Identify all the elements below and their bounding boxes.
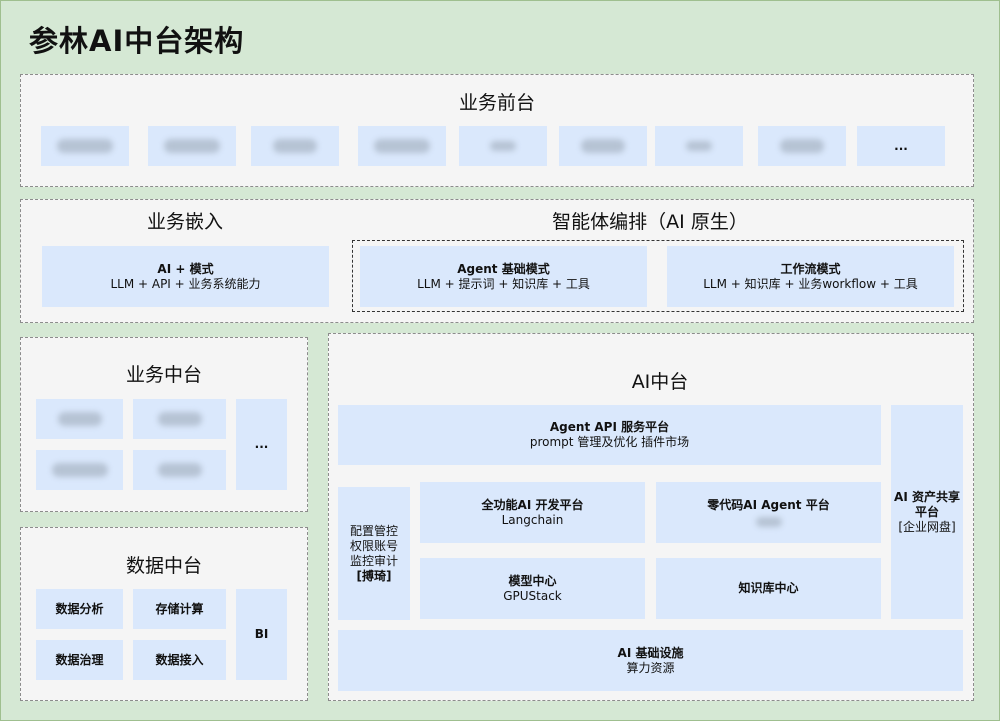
biz-mid-title: 业务中台: [125, 364, 202, 386]
ai-infrastructure-box: AI 基础设施 算力资源: [338, 630, 963, 691]
governance-side-box: 配置管控 权限账号 监控审计 [搏琦]: [338, 487, 410, 620]
front-app-6: [559, 126, 647, 166]
front-more: ...: [857, 126, 945, 166]
ai-mid-title: AI中台: [631, 371, 689, 393]
front-app-2: [148, 126, 236, 166]
front-app-5: [459, 126, 547, 166]
data-ingest-box: 数据接入: [133, 640, 226, 680]
full-ai-sub: Langchain: [501, 512, 564, 527]
agent-title: 智能体编排（AI 原生）: [552, 211, 748, 233]
biz-mid-app-4: [133, 450, 226, 490]
ai-plus-mode-sub: LLM + API + 业务系统能力: [110, 276, 261, 291]
infra-title: AI 基础设施: [617, 645, 684, 660]
full-ai-title: 全功能AI 开发平台: [481, 497, 584, 512]
asset-title-1: AI 资产共享: [894, 489, 960, 504]
agent-basic-sub: LLM + 提示词 + 知识库 + 工具: [417, 276, 590, 291]
agent-api-title: Agent API 服务平台: [549, 420, 670, 434]
model-center-box: 模型中心 GPUStack: [420, 558, 645, 619]
kb-center-title: 知识库中心: [738, 581, 799, 595]
workflow-title: 工作流模式: [780, 261, 841, 276]
bi-box: BI: [236, 589, 287, 680]
model-center-sub: GPUStack: [503, 588, 562, 603]
side-line-3: 监控审计: [349, 553, 398, 568]
ai-asset-sharing-box: AI 资产共享 平台 [企业网盘]: [891, 405, 963, 619]
model-center-title: 模型中心: [508, 573, 557, 588]
front-app-4: [358, 126, 446, 166]
data-mid-title: 数据中台: [125, 555, 202, 577]
biz-mid-app-2: [133, 399, 226, 439]
side-line-2: 权限账号: [349, 538, 398, 553]
storage-compute-box: 存储计算: [133, 589, 226, 629]
diagram-title: 参林AI中台架构: [29, 24, 245, 58]
side-line-1: 配置管控: [349, 523, 398, 538]
agent-api-platform-box: Agent API 服务平台 prompt 管理及优化 插件市场: [338, 405, 881, 465]
zero-code-title: 零代码AI Agent 平台: [707, 498, 830, 512]
infra-sub: 算力资源: [626, 660, 675, 675]
agent-basic-title: Agent 基础模式: [457, 261, 550, 276]
front-app-8: [758, 126, 846, 166]
asset-sub: [企业网盘]: [898, 519, 956, 534]
knowledge-base-center-box: 知识库中心: [656, 558, 881, 619]
front-app-3: [251, 126, 339, 166]
biz-mid-app-3: [36, 450, 123, 490]
workflow-sub: LLM + 知识库 + 业务workflow + 工具: [703, 276, 918, 291]
data-governance-box: 数据治理: [36, 640, 123, 680]
biz-mid-more: ...: [236, 399, 287, 490]
side-vendor: [搏琦]: [356, 568, 392, 583]
asset-title-2: 平台: [914, 504, 939, 519]
data-analysis-box: 数据分析: [36, 589, 123, 629]
embed-title: 业务嵌入: [146, 211, 223, 233]
agent-api-sub: prompt 管理及优化 插件市场: [529, 435, 690, 449]
full-ai-dev-platform-box: 全功能AI 开发平台 Langchain: [420, 482, 645, 543]
ai-plus-mode-box: AI + 模式 LLM + API + 业务系统能力: [42, 246, 329, 307]
zero-code-agent-box: 零代码AI Agent 平台: [656, 482, 881, 543]
agent-basic-box: Agent 基础模式 LLM + 提示词 + 知识库 + 工具: [360, 246, 647, 307]
front-app-1: [41, 126, 129, 166]
front-title: 业务前台: [458, 92, 535, 114]
ai-plus-mode-title: AI + 模式: [157, 261, 214, 276]
workflow-box: 工作流模式 LLM + 知识库 + 业务workflow + 工具: [667, 246, 954, 307]
biz-mid-app-1: [36, 399, 123, 439]
front-app-7: [655, 126, 743, 166]
